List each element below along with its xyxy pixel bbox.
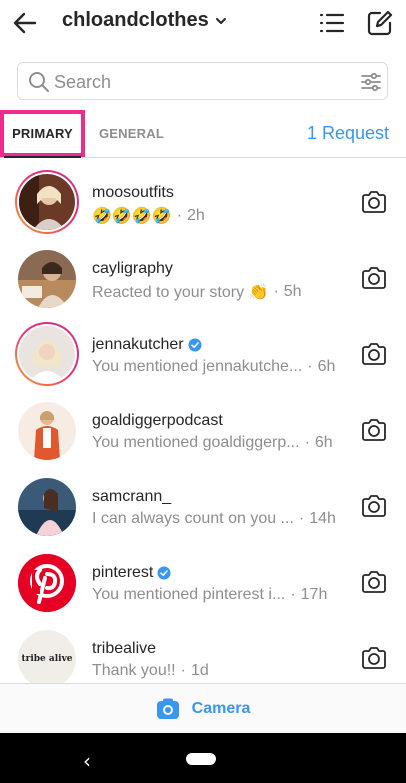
system-back-icon[interactable]: ‹	[83, 749, 91, 773]
search-input[interactable]	[54, 70, 344, 94]
camera-icon[interactable]	[360, 416, 388, 444]
system-nav-bar: ‹	[0, 733, 406, 783]
camera-bar[interactable]: Camera	[0, 683, 406, 733]
avatar-logo-text: tribe alive	[21, 654, 73, 664]
avatar	[18, 250, 76, 308]
account-switcher[interactable]: chloandclothes	[62, 9, 227, 32]
thread-row[interactable]: moosoutfits 🤣🤣🤣🤣 · 2h	[0, 164, 406, 240]
list-icon[interactable]	[318, 9, 346, 37]
tab-primary-label: PRIMARY	[12, 126, 73, 141]
tab-primary[interactable]: PRIMARY	[0, 110, 85, 157]
search-icon	[29, 72, 49, 92]
thread-username: cayligraphy	[92, 260, 173, 277]
avatar: tribe alive	[18, 630, 76, 688]
active-tab-indicator	[4, 156, 81, 158]
pinterest-logo-icon	[18, 554, 76, 612]
thread-preview: Thank you!! · 1d	[92, 662, 209, 679]
thread-username: jennakutcher	[92, 336, 202, 354]
thread-row[interactable]: cayligraphy Reacted to your story 👏 · 5h	[0, 240, 406, 316]
verified-badge-icon	[157, 566, 171, 580]
top-bar: chloandclothes	[0, 0, 406, 46]
chevron-down-icon	[215, 17, 226, 24]
avatar	[19, 326, 75, 382]
thread-preview: I can always count on you ... · 14h	[92, 510, 336, 527]
thread-username: samcrann_	[92, 488, 172, 505]
thread-row[interactable]: goaldiggerpodcast You mentioned goaldigg…	[0, 392, 406, 468]
thread-row[interactable]: samcrann_ I can always count on you ... …	[0, 468, 406, 544]
avatar	[18, 478, 76, 536]
story-ring[interactable]	[15, 170, 79, 234]
thread-row[interactable]: pinterest You mentioned pinterest i... ·…	[0, 544, 406, 620]
inbox-tabs: PRIMARY GENERAL 1 Request	[0, 110, 406, 158]
story-ring[interactable]	[15, 322, 79, 386]
thread-preview: You mentioned jennakutche... · 6h	[92, 358, 336, 375]
avatar	[19, 174, 75, 230]
thread-time: 5h	[283, 283, 302, 300]
filter-icon[interactable]	[360, 71, 382, 93]
camera-icon[interactable]	[360, 492, 388, 520]
camera-icon[interactable]	[360, 340, 388, 368]
thread-time: 2h	[187, 207, 205, 224]
thread-time: 17h	[300, 586, 328, 603]
camera-label: Camera	[191, 699, 251, 717]
compose-icon[interactable]	[366, 9, 394, 37]
thread-username: pinterest	[92, 564, 171, 582]
camera-icon	[156, 698, 179, 719]
verified-badge-icon	[188, 338, 202, 352]
thread-preview: You mentioned goaldiggerp... · 6h	[92, 434, 333, 451]
thread-username: moosoutfits	[92, 184, 174, 201]
thread-username: tribealive	[92, 640, 157, 657]
camera-icon[interactable]	[360, 568, 388, 596]
thread-preview: Reacted to your story 👏 · 5h	[92, 283, 302, 301]
thread-preview: You mentioned pinterest i... · 17h	[92, 586, 328, 603]
avatar	[18, 402, 76, 460]
camera-icon[interactable]	[360, 188, 388, 216]
thread-time: 6h	[317, 358, 336, 375]
thread-row[interactable]: jennakutcher You mentioned jennakutche..…	[0, 316, 406, 392]
arrow-left-icon[interactable]	[10, 8, 40, 38]
system-home-pill[interactable]	[186, 753, 216, 765]
tab-general[interactable]: GENERAL	[99, 110, 164, 157]
thread-time: 1d	[190, 662, 209, 679]
thread-time: 14h	[309, 510, 336, 527]
camera-icon[interactable]	[360, 644, 388, 672]
account-username: chloandclothes	[62, 9, 209, 31]
thread-username: goaldiggerpodcast	[92, 412, 223, 429]
thread-time: 6h	[314, 434, 333, 451]
search-bar[interactable]	[17, 62, 388, 100]
camera-icon[interactable]	[360, 264, 388, 292]
thread-preview: 🤣🤣🤣🤣 · 2h	[92, 207, 205, 225]
requests-link[interactable]: 1 Request	[307, 110, 389, 157]
